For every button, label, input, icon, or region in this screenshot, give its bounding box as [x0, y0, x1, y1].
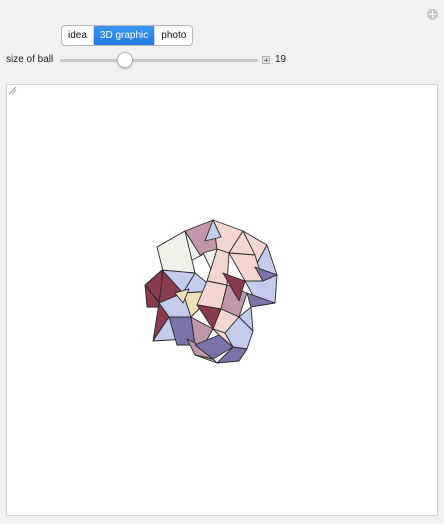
expand-plus-icon[interactable]: [427, 9, 438, 20]
view-mode-selector: idea 3D graphic photo: [61, 25, 194, 46]
polyhedron-graphic: [144, 219, 278, 364]
slider-expand-icon[interactable]: [262, 56, 270, 64]
size-slider-track[interactable]: [60, 59, 258, 62]
graphic-panel[interactable]: [6, 84, 438, 516]
tab-photo[interactable]: photo: [155, 26, 192, 45]
tab-3d-graphic[interactable]: 3D graphic: [93, 26, 156, 45]
resize-grip-icon[interactable]: [7, 85, 17, 95]
tab-idea[interactable]: idea: [62, 26, 94, 45]
size-slider-thumb[interactable]: [117, 52, 134, 68]
slider-label: size of ball: [6, 54, 54, 65]
slider-value: 19: [275, 54, 287, 65]
